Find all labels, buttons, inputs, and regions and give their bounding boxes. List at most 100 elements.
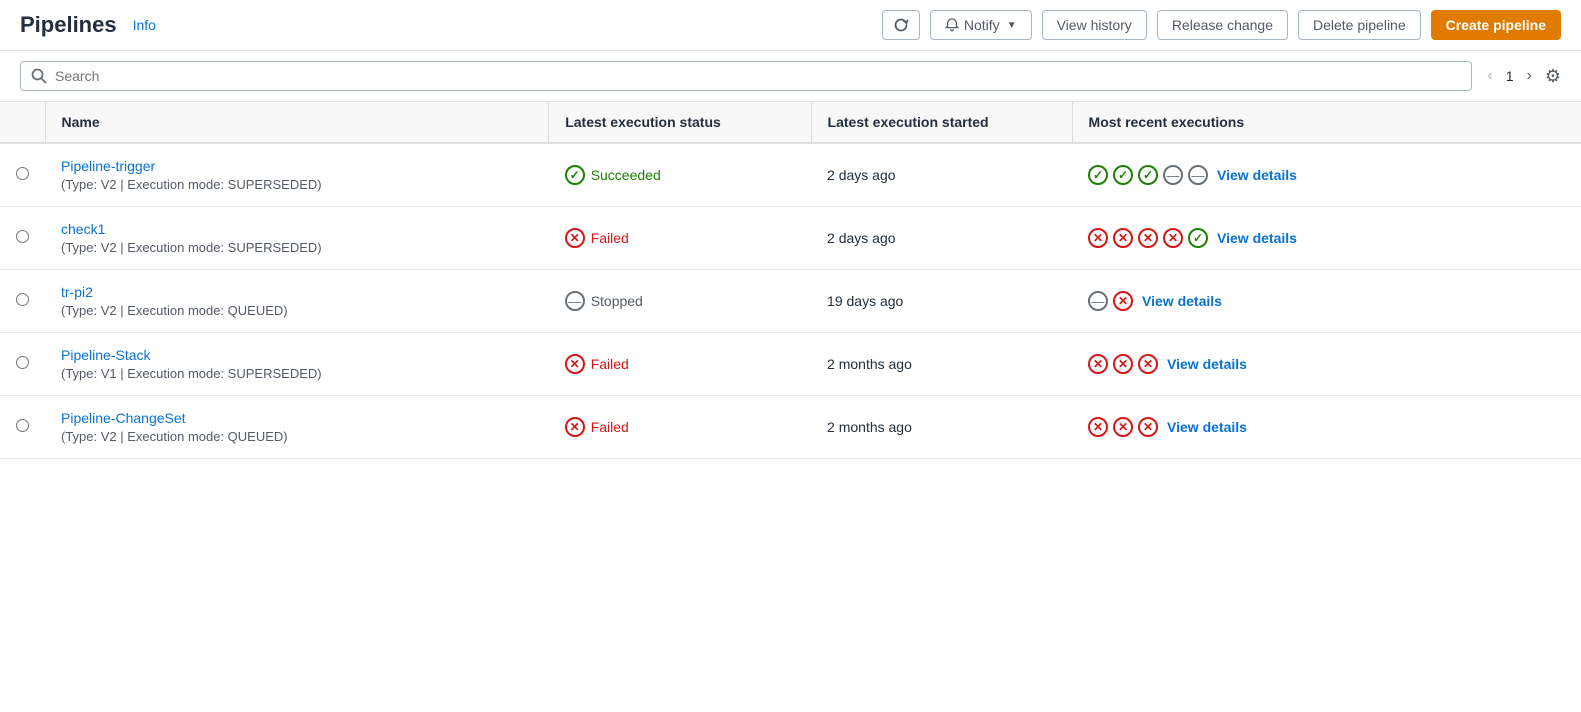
search-input[interactable] [55,68,1461,84]
started-col-pipeline-changeset: 2 months ago [811,396,1072,459]
pipeline-name-pipeline-changeset[interactable]: Pipeline-ChangeSet [61,410,186,426]
pipelines-tbody: Pipeline-trigger (Type: V2 | Execution m… [0,143,1581,459]
prev-page-button[interactable]: ‹ [1482,65,1497,87]
status-icon-success: ✓ [565,165,585,185]
pipeline-meta-pipeline-stack: (Type: V1 | Execution mode: SUPERSEDED) [61,366,533,381]
next-page-button[interactable]: › [1522,65,1537,87]
executions-col-pipeline-trigger: ✓✓✓—— View details [1072,143,1581,207]
table-header: Name Latest execution status Latest exec… [0,102,1581,143]
status-text-pipeline-stack: Failed [591,356,629,372]
view-details-pipeline-changeset[interactable]: View details [1167,419,1247,435]
status-icon-failed: ✕ [565,417,585,437]
info-link[interactable]: Info [133,17,156,33]
view-details-pipeline-stack[interactable]: View details [1167,356,1247,372]
started-col-tr-pi2: 19 days ago [811,270,1072,333]
select-col-check1[interactable] [0,207,45,270]
started-text-pipeline-stack: 2 months ago [827,356,912,372]
view-details-check1[interactable]: View details [1217,230,1297,246]
name-col-pipeline-trigger: Pipeline-trigger (Type: V2 | Execution m… [45,143,549,207]
status-text-tr-pi2: Stopped [591,293,643,309]
execution-icon-stopped: — [1163,165,1183,185]
execution-icon-failed: ✕ [1088,354,1108,374]
execution-icon-failed: ✕ [1113,291,1133,311]
executions-col-pipeline-changeset: ✕✕✕ View details [1072,396,1581,459]
started-text-pipeline-trigger: 2 days ago [827,167,896,183]
name-col-check1: check1 (Type: V2 | Execution mode: SUPER… [45,207,549,270]
execution-icon-success: ✓ [1113,165,1133,185]
col-status-header: Latest execution status [549,102,811,143]
col-executions-header: Most recent executions [1072,102,1581,143]
executions-col-tr-pi2: —✕ View details [1072,270,1581,333]
pipeline-name-tr-pi2[interactable]: tr-pi2 [61,284,93,300]
bell-icon [945,18,959,32]
started-text-pipeline-changeset: 2 months ago [827,419,912,435]
table-row: Pipeline-Stack (Type: V1 | Execution mod… [0,333,1581,396]
column-settings-icon[interactable]: ⚙ [1545,66,1561,87]
table-row: tr-pi2 (Type: V2 | Execution mode: QUEUE… [0,270,1581,333]
pipeline-name-check1[interactable]: check1 [61,221,105,237]
create-pipeline-button[interactable]: Create pipeline [1431,10,1561,40]
execution-icon-failed: ✕ [1163,228,1183,248]
started-col-pipeline-trigger: 2 days ago [811,143,1072,207]
execution-icon-failed: ✕ [1113,228,1133,248]
name-col-pipeline-changeset: Pipeline-ChangeSet (Type: V2 | Execution… [45,396,549,459]
pipelines-table: Name Latest execution status Latest exec… [0,102,1581,459]
radio-pipeline-trigger[interactable] [16,167,29,180]
radio-tr-pi2[interactable] [16,293,29,306]
top-bar: Pipelines Info Notify ▼ View history Rel… [0,0,1581,51]
execution-icon-failed: ✕ [1138,417,1158,437]
notify-dropdown-arrow: ▼ [1007,20,1017,31]
name-col-pipeline-stack: Pipeline-Stack (Type: V1 | Execution mod… [45,333,549,396]
pipeline-meta-pipeline-changeset: (Type: V2 | Execution mode: QUEUED) [61,429,533,444]
search-row: ‹ 1 › ⚙ [0,51,1581,102]
pipeline-meta-pipeline-trigger: (Type: V2 | Execution mode: SUPERSEDED) [61,177,533,192]
select-col-pipeline-stack[interactable] [0,333,45,396]
started-col-pipeline-stack: 2 months ago [811,333,1072,396]
delete-pipeline-button[interactable]: Delete pipeline [1298,10,1421,40]
started-col-check1: 2 days ago [811,207,1072,270]
refresh-button[interactable] [882,10,920,40]
executions-col-check1: ✕✕✕✕✓ View details [1072,207,1581,270]
status-text-check1: Failed [591,230,629,246]
release-change-button[interactable]: Release change [1157,10,1288,40]
table-row: check1 (Type: V2 | Execution mode: SUPER… [0,207,1581,270]
execution-icon-success: ✓ [1188,228,1208,248]
status-col-pipeline-stack: ✕ Failed [549,333,811,396]
status-col-check1: ✕ Failed [549,207,811,270]
search-icon [31,68,47,84]
pipeline-name-pipeline-trigger[interactable]: Pipeline-trigger [61,158,155,174]
table-row: Pipeline-ChangeSet (Type: V2 | Execution… [0,396,1581,459]
execution-icon-failed: ✕ [1113,417,1133,437]
execution-icon-stopped: — [1088,291,1108,311]
view-details-tr-pi2[interactable]: View details [1142,293,1222,309]
notify-button[interactable]: Notify ▼ [930,10,1032,40]
select-col-tr-pi2[interactable] [0,270,45,333]
col-name-header: Name [45,102,549,143]
view-history-button[interactable]: View history [1042,10,1147,40]
pipeline-meta-tr-pi2: (Type: V2 | Execution mode: QUEUED) [61,303,533,318]
col-select [0,102,45,143]
view-details-pipeline-trigger[interactable]: View details [1217,167,1297,183]
execution-icon-failed: ✕ [1138,228,1158,248]
execution-icon-stopped: — [1188,165,1208,185]
status-col-tr-pi2: — Stopped [549,270,811,333]
status-col-pipeline-trigger: ✓ Succeeded [549,143,811,207]
radio-pipeline-changeset[interactable] [16,419,29,432]
pipelines-table-container: Name Latest execution status Latest exec… [0,102,1581,459]
status-col-pipeline-changeset: ✕ Failed [549,396,811,459]
radio-check1[interactable] [16,230,29,243]
execution-icon-failed: ✕ [1088,228,1108,248]
select-col-pipeline-changeset[interactable] [0,396,45,459]
page-number: 1 [1506,68,1514,84]
select-col-pipeline-trigger[interactable] [0,143,45,207]
notify-label: Notify [964,17,1000,33]
search-container [20,61,1472,91]
execution-icon-success: ✓ [1088,165,1108,185]
page-title: Pipelines [20,12,117,38]
radio-pipeline-stack[interactable] [16,356,29,369]
started-text-check1: 2 days ago [827,230,896,246]
status-icon-failed: ✕ [565,228,585,248]
pagination: ‹ 1 › ⚙ [1482,65,1561,87]
status-icon-failed: ✕ [565,354,585,374]
pipeline-name-pipeline-stack[interactable]: Pipeline-Stack [61,347,151,363]
